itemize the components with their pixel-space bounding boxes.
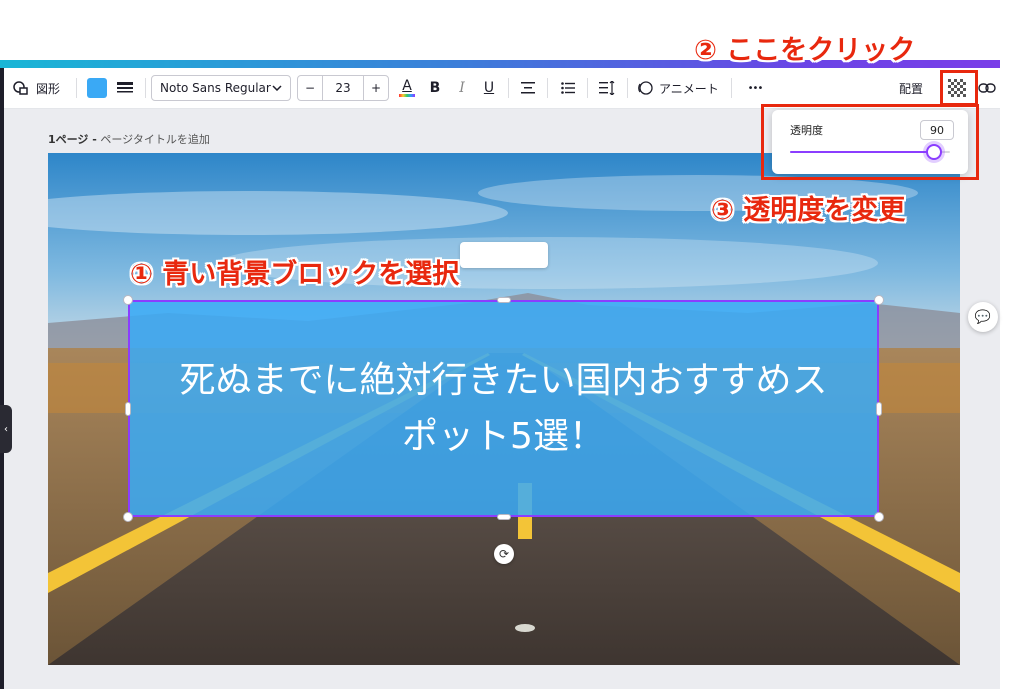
resize-handle-left[interactable] <box>125 402 131 416</box>
shape-button[interactable]: 図形 <box>12 76 64 100</box>
color-button[interactable] <box>87 76 107 100</box>
font-size-value[interactable]: 23 <box>322 76 364 100</box>
link-button[interactable] <box>976 76 998 100</box>
position-button[interactable]: 配置 <box>894 76 928 100</box>
link-icon <box>978 83 996 93</box>
popover-highlight-box <box>761 104 979 180</box>
text-color-button[interactable]: A <box>397 76 417 100</box>
fill-color-swatch <box>87 78 107 98</box>
border-style-icon <box>117 82 133 93</box>
page-title-placeholder: ページタイトルを追加 <box>100 133 210 146</box>
page-title[interactable]: 1ページ - ページタイトルを追加 <box>48 131 210 147</box>
resize-handle-top-left[interactable] <box>123 295 133 305</box>
shape-label: 図形 <box>36 81 61 96</box>
title-text-box[interactable]: 死ぬまでに絶対行きたい国内おすすめスポット5選！ <box>128 300 879 517</box>
spacing-button[interactable] <box>596 76 618 100</box>
font-name: Noto Sans Regular <box>160 81 271 95</box>
page-number: 1ページ - <box>48 133 97 146</box>
text-align-center-icon <box>521 82 535 94</box>
font-size-decrease-button[interactable]: − <box>298 81 322 95</box>
resize-handle-bottom[interactable] <box>497 514 511 520</box>
toolbar-divider <box>731 78 732 98</box>
annotation-step-2: ② ここをクリック <box>694 35 916 66</box>
italic-button[interactable]: I <box>452 76 472 100</box>
toolbar-divider <box>587 78 588 98</box>
font-size-increase-button[interactable]: + <box>364 81 388 95</box>
rotate-handle[interactable]: ⟳ <box>494 544 514 564</box>
resize-handle-top-right[interactable] <box>874 295 884 305</box>
text-color-icon: A <box>402 78 412 94</box>
animate-label: アニメート <box>659 81 719 96</box>
transparency-button-highlight-box <box>940 70 978 106</box>
annotation-step-3: ③ 透明度を変更 <box>711 195 906 226</box>
title-text[interactable]: 死ぬまでに絶対行きたい国内おすすめスポット5選！ <box>164 353 844 465</box>
element-label-tag <box>460 242 548 268</box>
list-button[interactable] <box>557 76 579 100</box>
underline-button[interactable]: U <box>479 76 499 100</box>
resize-handle-top[interactable] <box>497 297 511 303</box>
bullet-list-icon <box>561 82 575 94</box>
color-bar <box>399 94 415 97</box>
shapes-icon <box>13 81 28 95</box>
toolbar-divider <box>76 78 77 98</box>
font-size-stepper[interactable]: − 23 + <box>297 75 389 101</box>
text-align-button[interactable] <box>517 76 539 100</box>
border-style-button[interactable] <box>115 76 135 100</box>
font-family-dropdown[interactable]: Noto Sans Regular <box>151 75 291 101</box>
toolbar-divider <box>508 78 509 98</box>
left-panel-edge <box>0 68 4 689</box>
toolbar-divider <box>145 78 146 98</box>
editor-toolbar: 図形 Noto Sans Regular − 23 + A B I U アニメー… <box>0 68 1000 109</box>
sidebar-toggle[interactable]: ‹ <box>0 405 12 453</box>
animate-icon <box>638 81 653 95</box>
resize-handle-right[interactable] <box>876 402 882 416</box>
rotate-icon: ⟳ <box>498 547 510 561</box>
chevron-down-icon <box>272 85 282 91</box>
bold-button[interactable]: B <box>425 76 445 100</box>
line-spacing-icon <box>599 81 615 95</box>
add-comment-button[interactable]: 💬 <box>968 302 998 332</box>
toolbar-divider <box>627 78 628 98</box>
toolbar-divider <box>547 78 548 98</box>
animate-button[interactable]: アニメート <box>637 76 723 100</box>
annotation-step-1: ① 青い背景ブロックを選択 <box>130 259 460 290</box>
more-options-button[interactable]: ••• <box>741 76 769 100</box>
resize-handle-bottom-left[interactable] <box>123 512 133 522</box>
resize-handle-bottom-right[interactable] <box>874 512 884 522</box>
collapse-chevron-icon: ‹ <box>4 423 8 435</box>
add-comment-icon: 💬 <box>974 309 992 325</box>
